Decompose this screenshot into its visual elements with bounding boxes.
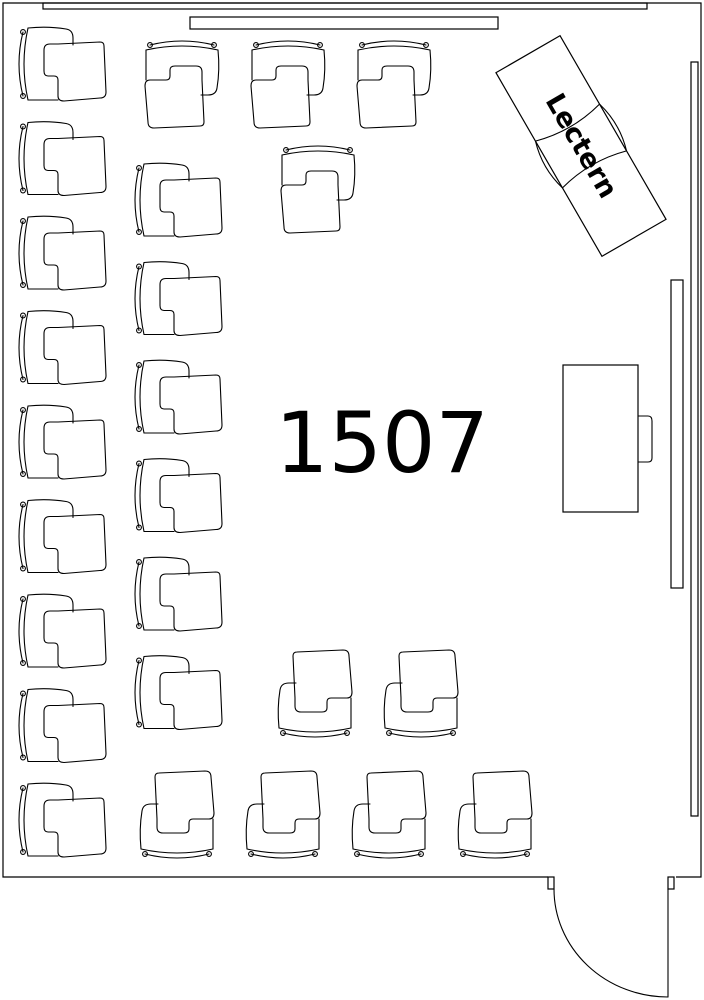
- instructor-desk: [562, 364, 653, 513]
- right-wall-panel: [690, 61, 699, 817]
- chair-left-column: [18, 593, 107, 669]
- side-whiteboard: [670, 279, 684, 589]
- chair-left-column: [18, 404, 107, 480]
- chair-bottom-row: [245, 770, 321, 859]
- chair-left-column: [18, 688, 107, 764]
- chair-center-bottom: [277, 649, 353, 738]
- lectern: Lectern: [495, 34, 667, 258]
- chair-top-row: [250, 40, 326, 129]
- room-number: 1507: [275, 394, 489, 492]
- door-jamb-right: [667, 876, 675, 890]
- lectern-label: Lectern: [539, 88, 623, 203]
- chair-left-column: [18, 782, 107, 858]
- chair-center-bottom: [383, 649, 459, 738]
- chair-inner-column: [134, 359, 223, 435]
- chair-inner-column: [134, 655, 223, 731]
- chair-top-row: [356, 40, 432, 129]
- chair-inner-column: [134, 556, 223, 632]
- floor-plan: Lectern 1507: [2, 2, 702, 998]
- chair-left-column: [18, 26, 107, 102]
- top-wall-panel: [42, 2, 648, 10]
- door: [547, 876, 675, 998]
- desk: [562, 364, 639, 513]
- chair-bottom-row: [351, 770, 427, 859]
- chair-left-column: [18, 121, 107, 197]
- door-swing-arc: [553, 888, 669, 998]
- chair-left-column: [18, 499, 107, 575]
- chair-inner-column: [134, 261, 223, 337]
- chair-inner-column: [134, 162, 223, 238]
- desk-chair: [637, 415, 653, 463]
- chair-bottom-row: [457, 770, 533, 859]
- chair-bottom-row: [139, 770, 215, 859]
- chair-inner-column: [134, 458, 223, 534]
- chair-left-column: [18, 310, 107, 386]
- whiteboard: [189, 16, 499, 30]
- chair-center-top: [280, 145, 356, 234]
- chair-left-column: [18, 215, 107, 291]
- door-jamb-left: [547, 876, 555, 890]
- chair-top-row: [144, 40, 220, 129]
